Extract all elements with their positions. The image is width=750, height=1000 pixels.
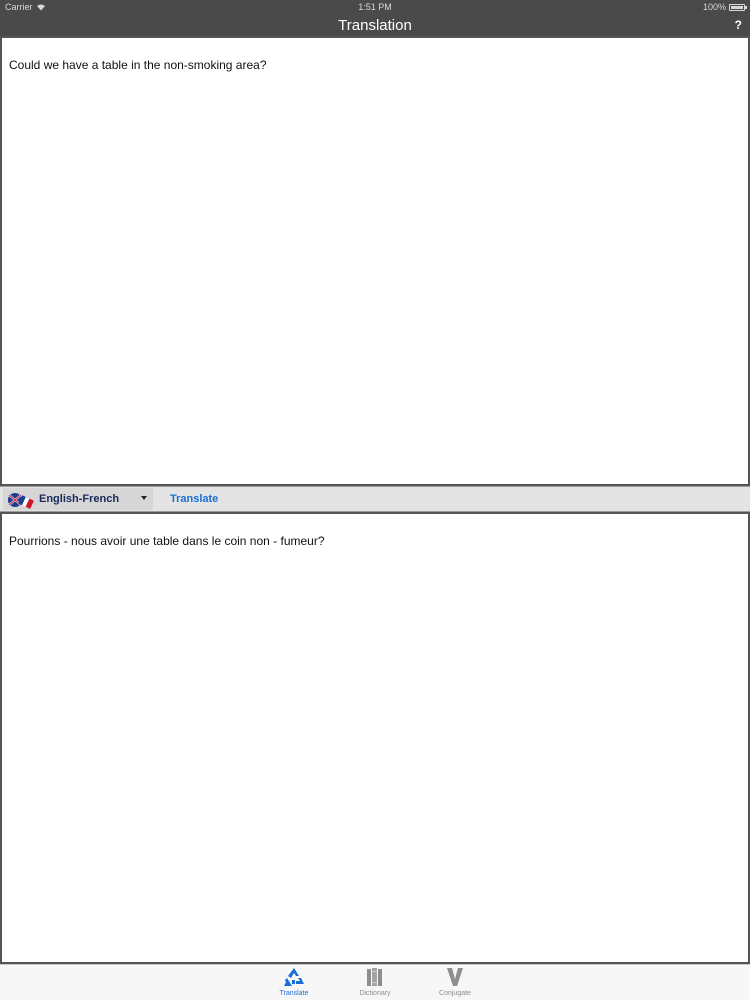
tab-dictionary[interactable]: Dictionary — [345, 967, 405, 997]
battery-icon — [729, 3, 747, 11]
tab-translate[interactable]: Translate — [264, 967, 324, 997]
source-text: Could we have a table in the non-smoking… — [9, 58, 267, 72]
status-time: 1:51 PM — [358, 2, 392, 12]
battery-percent: 100% — [702, 2, 726, 12]
navigation-bar: Translation ? — [0, 14, 750, 38]
translated-text: Pourrions - nous avoir une table dans le… — [9, 534, 325, 548]
tab-label-dictionary: Dictionary — [359, 990, 391, 997]
language-pair-selector[interactable]: English-French — [3, 488, 153, 510]
tab-label-translate: Translate — [279, 990, 309, 997]
source-text-area[interactable]: Could we have a table in the non-smoking… — [0, 36, 750, 486]
language-pair-label: English-French — [39, 493, 120, 505]
help-button[interactable]: ? — [735, 18, 742, 32]
battery-info: 100% — [702, 2, 747, 12]
books-icon — [367, 968, 382, 986]
language-toolbar: English-French Translate — [0, 486, 750, 512]
chevron-down-icon — [141, 496, 147, 500]
translate-button[interactable]: Translate — [170, 493, 218, 505]
status-bar: Carrier 1:51 PM 100% — [0, 0, 750, 14]
recycle-icon — [284, 968, 304, 986]
flags-icon — [8, 493, 34, 509]
tab-label-conjugate: Conjugate — [439, 990, 471, 997]
tab-bar: Translate Dictionary Conjugate — [0, 964, 750, 1000]
translation-output-area[interactable]: Pourrions - nous avoir une table dans le… — [0, 512, 750, 964]
page-title: Translation — [338, 17, 412, 34]
tab-conjugate[interactable]: Conjugate — [425, 967, 485, 997]
v-letter-icon — [447, 968, 463, 986]
